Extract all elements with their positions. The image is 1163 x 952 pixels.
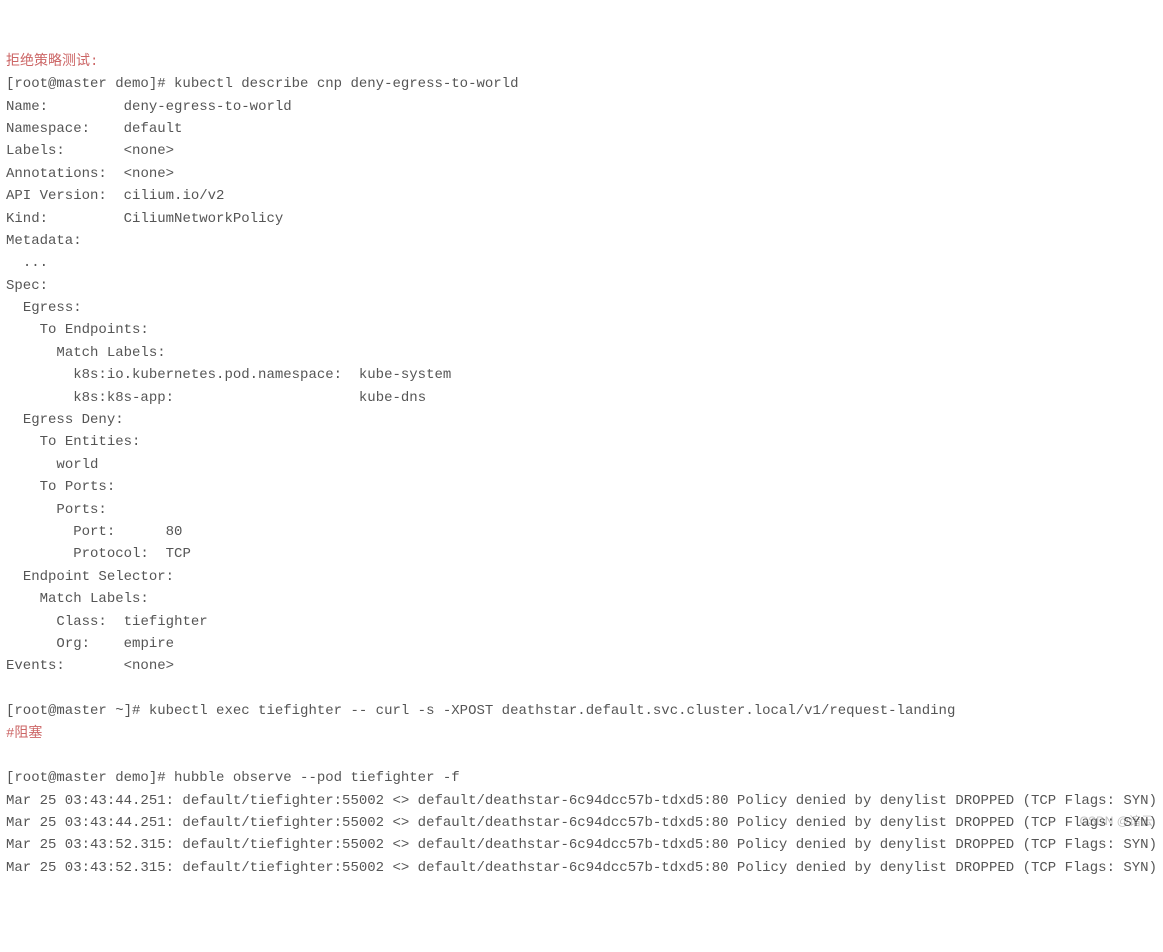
org-val: empire bbox=[124, 636, 174, 652]
port-val: 80 bbox=[166, 524, 183, 540]
match-labels-label: Match Labels: bbox=[56, 345, 165, 361]
kind-value: CiliumNetworkPolicy bbox=[124, 211, 284, 227]
spec-label: Spec: bbox=[6, 278, 48, 294]
class-val: tiefighter bbox=[124, 614, 208, 630]
watermark: CSDN @谙云 bbox=[1079, 812, 1153, 831]
metadata-label: Metadata: bbox=[6, 233, 82, 249]
to-entities-val: world bbox=[56, 457, 98, 473]
block-comment: #阻塞 bbox=[6, 726, 42, 742]
to-entities-label: To Entities: bbox=[40, 434, 141, 450]
class-label: Class: bbox=[56, 614, 106, 630]
protocol-val: TCP bbox=[166, 546, 191, 562]
to-endpoints-label: To Endpoints: bbox=[40, 322, 149, 338]
kind-label: Kind: bbox=[6, 211, 48, 227]
api-version-value: cilium.io/v2 bbox=[124, 188, 225, 204]
events-label: Events: bbox=[6, 658, 65, 674]
header-comment: 拒绝策略测试: bbox=[6, 54, 98, 70]
labels-value: <none> bbox=[124, 143, 174, 159]
log-line: Mar 25 03:43:44.251: default/tiefighter:… bbox=[6, 793, 1157, 809]
es-match-labels-label: Match Labels: bbox=[40, 591, 149, 607]
observe-command: hubble observe --pod tiefighter -f bbox=[174, 770, 460, 786]
ml-ns-key: k8s:io.kubernetes.pod.namespace: bbox=[73, 367, 342, 383]
name-value: deny-egress-to-world bbox=[124, 99, 292, 115]
org-label: Org: bbox=[56, 636, 90, 652]
ml-app-val: kube-dns bbox=[359, 390, 426, 406]
observe-prompt: [root@master demo]# bbox=[6, 770, 174, 786]
describe-command: kubectl describe cnp deny-egress-to-worl… bbox=[174, 76, 518, 92]
egress-deny-label: Egress Deny: bbox=[23, 412, 124, 428]
labels-label: Labels: bbox=[6, 143, 65, 159]
exec-prompt: [root@master ~]# bbox=[6, 703, 149, 719]
log-line: Mar 25 03:43:52.315: default/tiefighter:… bbox=[6, 837, 1157, 853]
events-value: <none> bbox=[124, 658, 174, 674]
to-ports-label: To Ports: bbox=[40, 479, 116, 495]
describe-prompt: [root@master demo]# bbox=[6, 76, 174, 92]
ml-app-key: k8s:k8s-app: bbox=[73, 390, 174, 406]
protocol-label: Protocol: bbox=[73, 546, 149, 562]
namespace-label: Namespace: bbox=[6, 121, 90, 137]
ports-label: Ports: bbox=[56, 502, 106, 518]
namespace-value: default bbox=[124, 121, 183, 137]
annotations-label: Annotations: bbox=[6, 166, 107, 182]
egress-label: Egress: bbox=[23, 300, 82, 316]
api-version-label: API Version: bbox=[6, 188, 107, 204]
name-label: Name: bbox=[6, 99, 48, 115]
metadata-dots: ... bbox=[23, 255, 48, 271]
log-line: Mar 25 03:43:44.251: default/tiefighter:… bbox=[6, 815, 1157, 831]
exec-command: kubectl exec tiefighter -- curl -s -XPOS… bbox=[149, 703, 956, 719]
endpoint-selector-label: Endpoint Selector: bbox=[23, 569, 174, 585]
port-label: Port: bbox=[73, 524, 115, 540]
log-line: Mar 25 03:43:52.315: default/tiefighter:… bbox=[6, 860, 1157, 876]
annotations-value: <none> bbox=[124, 166, 174, 182]
ml-ns-val: kube-system bbox=[359, 367, 451, 383]
